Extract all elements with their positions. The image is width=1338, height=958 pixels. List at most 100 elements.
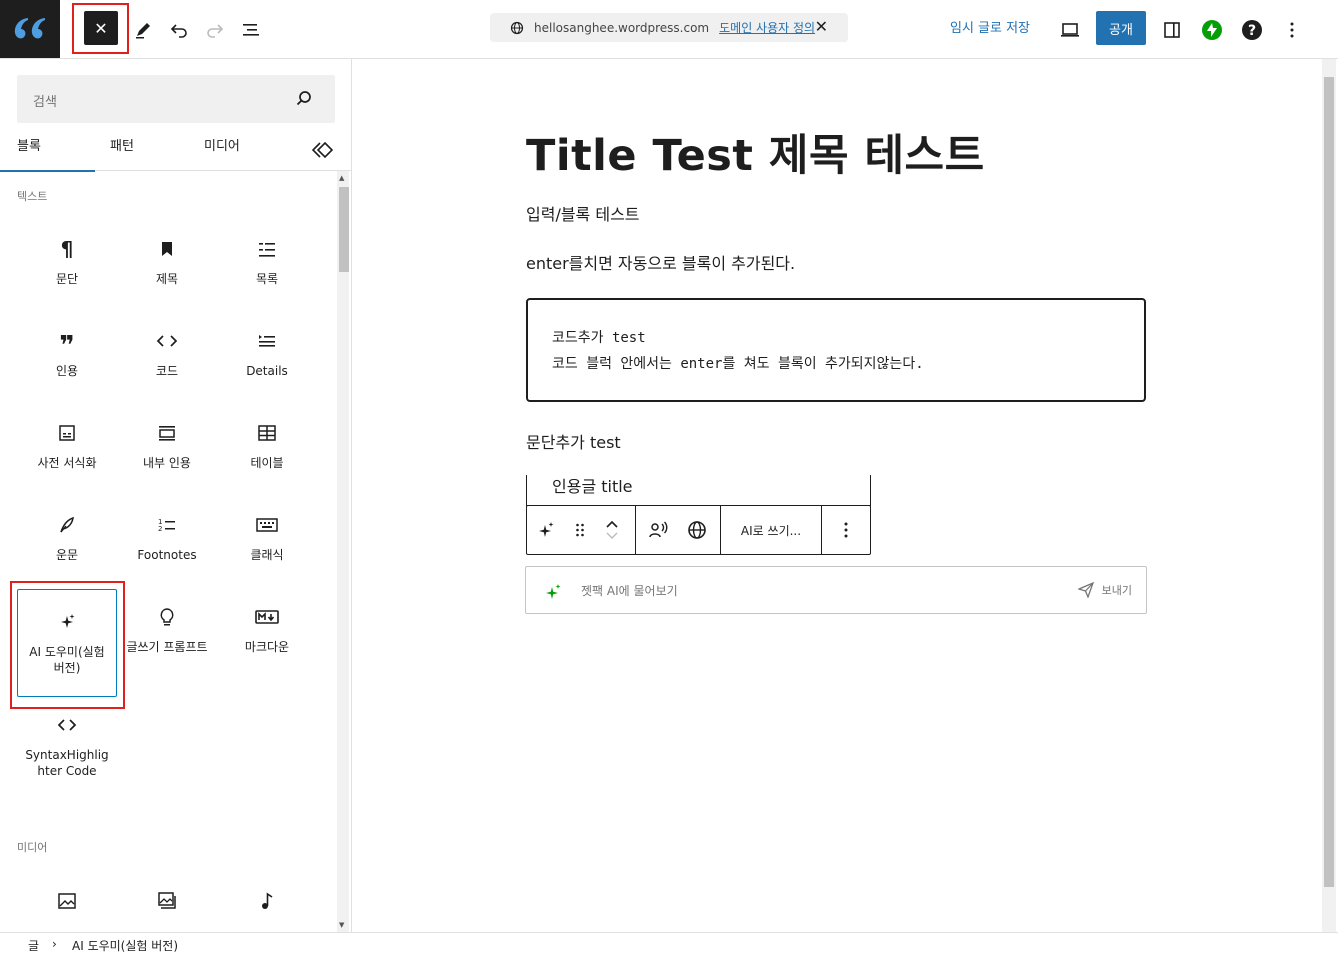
post-title[interactable]: Title Test 제목 테스트 [526, 121, 985, 183]
block-gallery[interactable] [117, 877, 217, 932]
block-quote[interactable]: ❞ 인용 [17, 317, 117, 405]
block-label: 운문 [55, 548, 79, 562]
scroll-down-arrow-icon[interactable]: ▼ [339, 921, 344, 929]
site-url-pill: hellosanghee.wordpress.com 도메인 사용자 정의 ✕ [490, 13, 848, 42]
undo-icon [170, 24, 187, 38]
speaker-person-icon [649, 521, 668, 538]
block-image[interactable] [17, 877, 117, 932]
redo-button[interactable] [199, 14, 231, 46]
block-label: 인용 [55, 364, 79, 378]
block-audio[interactable] [217, 877, 317, 932]
image-icon [17, 889, 117, 913]
block-options-button[interactable] [822, 506, 870, 554]
save-draft-button[interactable]: 임시 글로 저장 [940, 17, 1040, 41]
block-heading[interactable]: 제목 [117, 225, 217, 313]
code-block[interactable]: 코드추가 test 코드 블럭 안에서는 enter를 쳐도 블록이 추가되지않… [526, 298, 1146, 402]
block-pullquote[interactable]: 내부 인용 [117, 409, 217, 497]
canvas-scrollbar[interactable] [1322, 59, 1336, 932]
section-label-media: 미디어 [17, 841, 48, 854]
text-to-speech-button[interactable] [636, 506, 680, 554]
move-up-chevron-icon[interactable] [605, 518, 619, 530]
block-directory-button[interactable] [311, 139, 334, 163]
breadcrumb-root[interactable]: 글 [28, 937, 39, 954]
code-line: 코드 블럭 안에서는 enter를 쳐도 블록이 추가되지않는다. [552, 356, 924, 372]
block-footnotes[interactable]: 12 Footnotes [117, 501, 217, 589]
help-button[interactable]: ? [1236, 14, 1268, 46]
ai-assistant-toolbar-button[interactable] [527, 506, 565, 554]
block-label: 목록 [255, 272, 279, 286]
block-label: 내부 인용 [143, 456, 191, 470]
paragraph-block[interactable]: enter를치면 자동으로 블록이 추가된다. [526, 250, 795, 274]
drag-handle[interactable] [565, 506, 595, 554]
block-verse[interactable]: 운문 [17, 501, 117, 589]
tab-patterns[interactable]: 패턴 [110, 131, 134, 171]
block-markdown[interactable]: 마크다운 [217, 593, 317, 681]
block-table[interactable]: 테이블 [217, 409, 317, 497]
send-arrow-icon [1077, 582, 1094, 598]
scroll-up-arrow-icon[interactable]: ▲ [339, 174, 344, 182]
sparkle-icon [18, 610, 116, 634]
block-writing-prompt[interactable]: 글쓰기 프롬프트 [117, 593, 217, 681]
section-label-text: 텍스트 [17, 190, 48, 203]
block-preformatted[interactable]: 사전 서식화 [17, 409, 117, 497]
block-details[interactable]: Details [217, 317, 317, 405]
ai-send-label: 보내기 [1101, 584, 1132, 597]
markdown-icon [217, 605, 317, 629]
scrollbar-thumb[interactable] [339, 187, 349, 272]
ai-send-button[interactable]: 보내기 [1077, 582, 1132, 598]
more-vertical-icon [1290, 22, 1294, 38]
translate-button[interactable] [680, 506, 714, 554]
settings-sidebar-button[interactable] [1156, 14, 1188, 46]
move-down-chevron-icon[interactable] [605, 530, 619, 542]
block-syntaxhighlighter[interactable]: SyntaxHighlighter Code [17, 701, 117, 801]
keyboard-icon [217, 513, 317, 537]
inserter-scrollbar[interactable]: ▲ ▼ [337, 171, 349, 932]
ai-write-button[interactable]: AI로 쓰기... [721, 506, 822, 554]
quote-block[interactable]: 인용글 title [526, 475, 871, 507]
sidebar-toggle-icon [1164, 22, 1180, 38]
breadcrumb-current[interactable]: AI 도우미(실험 버전) [72, 937, 178, 954]
jetpack-button[interactable] [1196, 14, 1228, 46]
tab-blocks[interactable]: 블록 [0, 131, 95, 172]
paragraph-block[interactable]: 입력/블록 테스트 [526, 201, 640, 225]
scrollbar-thumb[interactable] [1324, 77, 1334, 887]
preformatted-icon [17, 421, 117, 445]
block-inserter-panel: 검색 블록 패턴 미디어 텍스트 ¶ 문단 제목 목록 ❞ 인용 코드 Deta… [0, 59, 352, 932]
block-search-field[interactable]: 검색 [17, 75, 335, 123]
pencil-icon [136, 23, 150, 39]
paragraph-block[interactable]: 문단추가 test [526, 429, 621, 453]
block-toolbar: AI로 쓰기... [526, 505, 871, 555]
lightbulb-icon [117, 605, 217, 629]
toolbar-group-block [527, 506, 636, 554]
music-note-icon [217, 889, 317, 913]
breadcrumb-chevron-icon: › [52, 937, 57, 951]
undo-button[interactable] [163, 14, 195, 46]
site-logo[interactable] [0, 0, 60, 58]
editor-canvas: Title Test 제목 테스트 입력/블록 테스트 enter를치면 자동으… [352, 59, 1338, 932]
tab-media[interactable]: 미디어 [204, 131, 240, 171]
block-label: 글쓰기 프롬프트 [126, 640, 208, 654]
block-label: 코드 [155, 364, 179, 378]
dismiss-url-icon[interactable]: ✕ [815, 17, 828, 36]
customize-domain-link[interactable]: 도메인 사용자 정의 [719, 19, 815, 36]
table-icon [217, 421, 317, 445]
block-label: 테이블 [250, 456, 284, 470]
block-label: Details [246, 364, 288, 378]
block-code[interactable]: 코드 [117, 317, 217, 405]
toolbar-group-audio [636, 506, 721, 554]
publish-button[interactable]: 공개 [1096, 11, 1146, 45]
document-overview-button[interactable] [235, 14, 267, 46]
tools-button[interactable] [127, 14, 159, 46]
block-paragraph[interactable]: ¶ 문단 [17, 225, 117, 313]
quote-icon: ❞ [59, 331, 75, 361]
block-list[interactable]: 목록 [217, 225, 317, 313]
ai-assistant-input[interactable]: 젯팩 AI에 물어보기 보내기 [525, 566, 1147, 614]
site-url-text[interactable]: hellosanghee.wordpress.com [534, 21, 709, 35]
block-classic[interactable]: 클래식 [217, 501, 317, 589]
close-inserter-button[interactable]: ✕ [84, 11, 118, 45]
list-view-icon [243, 24, 259, 36]
preview-button[interactable] [1054, 14, 1086, 46]
options-menu-button[interactable] [1276, 14, 1308, 46]
more-vertical-icon [844, 522, 848, 538]
block-ai-assistant[interactable]: AI 도우미(실험 버전) [17, 589, 117, 697]
